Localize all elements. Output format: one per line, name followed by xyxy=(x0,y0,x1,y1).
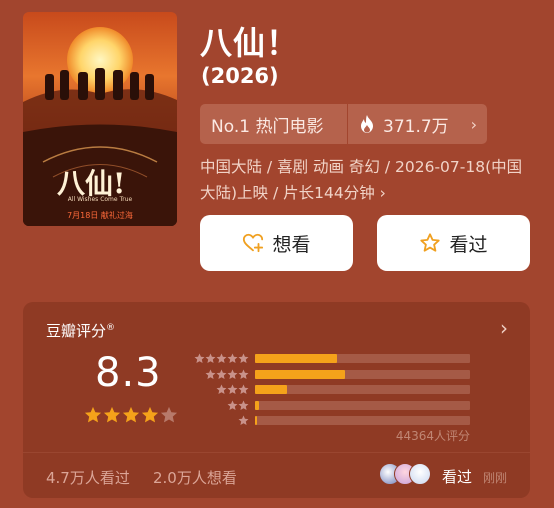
rating-dist-stars xyxy=(193,415,249,426)
rating-bar-fill xyxy=(255,400,260,410)
rating-count: 44364人评分 xyxy=(395,429,470,443)
poster-subtitle: All Wishes Come True xyxy=(67,196,133,203)
rating-dist-row xyxy=(193,382,470,398)
poster-release-line: 7月18日 献礼过海 xyxy=(67,211,133,220)
heat-section[interactable]: 371.7万 › xyxy=(348,112,487,137)
heart-plus-icon xyxy=(243,233,264,253)
mini-star-icon xyxy=(227,369,238,379)
mini-star-icon xyxy=(194,353,205,364)
avatar xyxy=(409,463,431,485)
rating-bar-fill xyxy=(255,354,337,364)
rating-dist-stars xyxy=(193,384,249,395)
seen-button[interactable]: 看过 xyxy=(377,215,530,271)
movie-year: (2026) xyxy=(201,64,279,88)
hot-rank-pill[interactable]: No.1 热门电影 371.7万 › xyxy=(200,104,487,144)
star-filled-icon xyxy=(141,406,159,423)
mini-star-icon xyxy=(216,384,227,395)
rating-dist-stars xyxy=(193,353,249,364)
rating-dist-row xyxy=(193,367,470,383)
star-filled-icon xyxy=(84,406,102,423)
star-outline-icon xyxy=(420,233,441,252)
rating-bar-track xyxy=(255,369,470,379)
wish-button[interactable]: 想看 xyxy=(200,215,353,271)
seen-count[interactable]: 4.7万人看过 xyxy=(46,467,130,488)
movie-title: 八仙！ xyxy=(200,24,300,62)
chevron-right-icon[interactable]: › xyxy=(500,316,508,340)
rating-distribution xyxy=(193,351,470,429)
wish-label: 想看 xyxy=(272,233,311,256)
registered-mark: ® xyxy=(106,323,116,333)
mini-star-icon xyxy=(227,400,238,410)
rating-card[interactable]: 豆瓣评分® › 8.3 44364人评分 4.7万人看过 2.0万人想看 看过 … xyxy=(23,302,530,498)
mini-star-icon xyxy=(227,353,238,364)
mini-star-icon xyxy=(216,353,227,364)
mini-star-icon xyxy=(238,384,249,395)
star-filled-icon xyxy=(103,406,121,423)
mini-star-icon xyxy=(205,369,216,379)
rank-label: No.1 热门电影 xyxy=(211,116,324,137)
rating-bar-track xyxy=(255,354,470,364)
fire-icon xyxy=(361,115,373,133)
rating-dist-row xyxy=(193,398,470,414)
heat-value: 371.7万 xyxy=(383,116,449,137)
mini-star-icon xyxy=(238,353,249,364)
rating-bar-track xyxy=(255,385,470,395)
mini-star-icon xyxy=(238,400,249,410)
mini-star-icon xyxy=(227,384,238,395)
mini-star-icon xyxy=(238,415,249,426)
movie-poster[interactable]: 八仙! All Wishes Come True 7月18日 献礼过海 xyxy=(23,12,177,226)
friends-seen-time: 刚刚 xyxy=(483,471,508,485)
rating-bar-fill xyxy=(255,369,346,379)
chevron-right-icon: › xyxy=(470,114,477,134)
seen-label: 看过 xyxy=(449,233,488,256)
rating-score: 8.3 xyxy=(95,350,162,396)
mini-star-icon xyxy=(216,369,227,379)
rating-bar-fill xyxy=(255,416,258,426)
rating-section-title: 豆瓣评分® xyxy=(46,322,116,340)
rating-bar-fill xyxy=(255,385,288,395)
friends-seen-label[interactable]: 看过 xyxy=(442,466,472,487)
mini-star-icon xyxy=(238,369,249,379)
star-filled-icon xyxy=(122,406,140,423)
rating-dist-stars xyxy=(193,369,249,380)
rating-stars xyxy=(84,406,178,424)
mini-star-icon xyxy=(205,353,216,364)
rating-bar-track xyxy=(255,416,470,426)
star-empty-icon xyxy=(160,406,178,423)
friend-avatars[interactable] xyxy=(379,463,431,485)
wish-count[interactable]: 2.0万人想看 xyxy=(153,467,237,488)
card-divider xyxy=(23,452,530,453)
movie-meta[interactable]: 中国大陆 / 喜剧 动画 奇幻 / 2026-07-18(中国大陆)上映 / 片… xyxy=(200,154,535,206)
rating-bar-track xyxy=(255,400,470,410)
rating-dist-row xyxy=(193,351,470,367)
rating-dist-stars xyxy=(193,400,249,411)
